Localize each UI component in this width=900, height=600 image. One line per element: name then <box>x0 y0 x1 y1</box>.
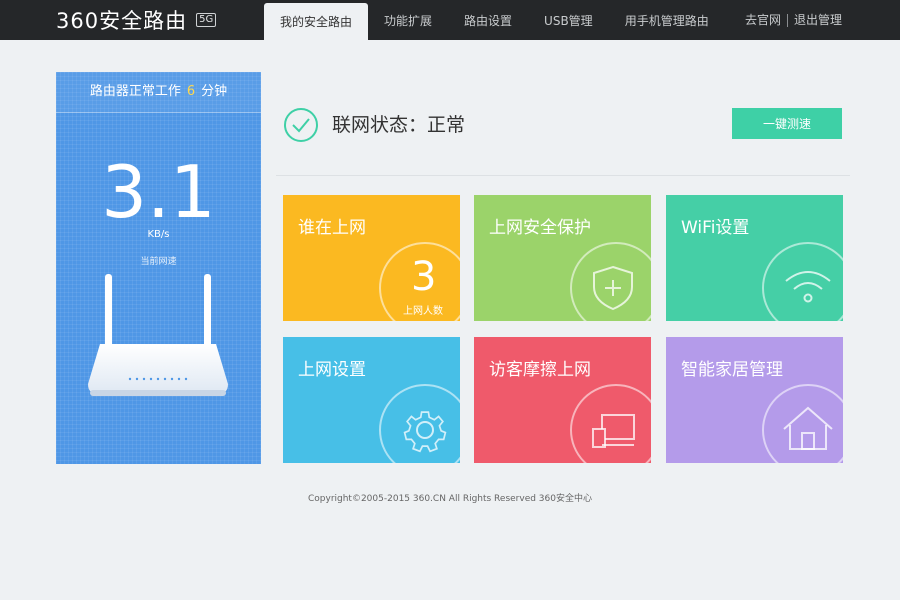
uptime-bar: 路由器正常工作 6 分钟 <box>56 72 261 113</box>
current-speed-value: 3.1 <box>101 150 216 234</box>
official-site-link[interactable]: 去官网 <box>745 0 781 41</box>
router-status-panel: 路由器正常工作 6 分钟 3.1 KB/s 当前网速 <box>56 72 261 464</box>
gear-icon <box>379 384 460 463</box>
section-divider <box>276 175 850 176</box>
router-icon <box>88 274 228 396</box>
logout-link[interactable]: 退出管理 <box>794 0 842 41</box>
tab-usb[interactable]: USB管理 <box>528 0 609 40</box>
tab-extensions[interactable]: 功能扩展 <box>368 0 448 40</box>
tab-mobile-manage[interactable]: 用手机管理路由 <box>609 0 725 40</box>
tile-smart-home[interactable]: 智能家居管理 <box>666 337 843 463</box>
brand-name: 360安全路由 <box>56 9 188 33</box>
brand-logo[interactable]: 360安全路由 5G <box>56 6 217 34</box>
tile-internet-settings[interactable]: 上网设置 <box>283 337 460 463</box>
uptime-prefix: 路由器正常工作 <box>89 84 181 99</box>
current-speed-caption: 当前网速 <box>140 257 177 267</box>
tile-guest-access[interactable]: 访客摩擦上网 <box>474 337 651 463</box>
copyright-footer: Copyright©2005-2015 360.CN All Rights Re… <box>307 494 592 504</box>
tab-my-router[interactable]: 我的安全路由 <box>264 3 369 43</box>
current-speed-unit: KB/s <box>147 229 170 240</box>
top-links: 去官网 退出管理 <box>745 0 842 40</box>
top-nav-bar: 360安全路由 5G 我的安全路由 功能扩展 路由设置 USB管理 用手机管理路… <box>0 0 900 43</box>
wifi-icon <box>762 242 843 321</box>
main-tabs: 我的安全路由 功能扩展 路由设置 USB管理 用手机管理路由 <box>264 0 725 43</box>
house-icon <box>762 384 843 463</box>
tile-wifi-settings[interactable]: WiFi设置 <box>666 195 843 321</box>
check-circle-icon <box>284 108 318 142</box>
link-divider <box>786 13 788 27</box>
band-badge: 5G <box>196 13 217 27</box>
uptime-value: 6 <box>186 84 196 99</box>
tile-security-protection[interactable]: 上网安全保护 <box>474 195 651 321</box>
online-count-label: 上网人数 <box>403 306 443 317</box>
network-status-text: 联网状态：正常 <box>332 114 466 136</box>
online-count-value: 3 <box>411 254 437 300</box>
tab-router-settings[interactable]: 路由设置 <box>448 0 528 40</box>
shield-plus-icon <box>570 242 651 321</box>
uptime-unit: 分钟 <box>201 84 228 99</box>
tile-who-online[interactable]: 谁在上网 3 上网人数 <box>283 195 460 321</box>
devices-icon <box>570 384 651 463</box>
speed-test-button[interactable]: 一键测速 <box>732 108 842 139</box>
